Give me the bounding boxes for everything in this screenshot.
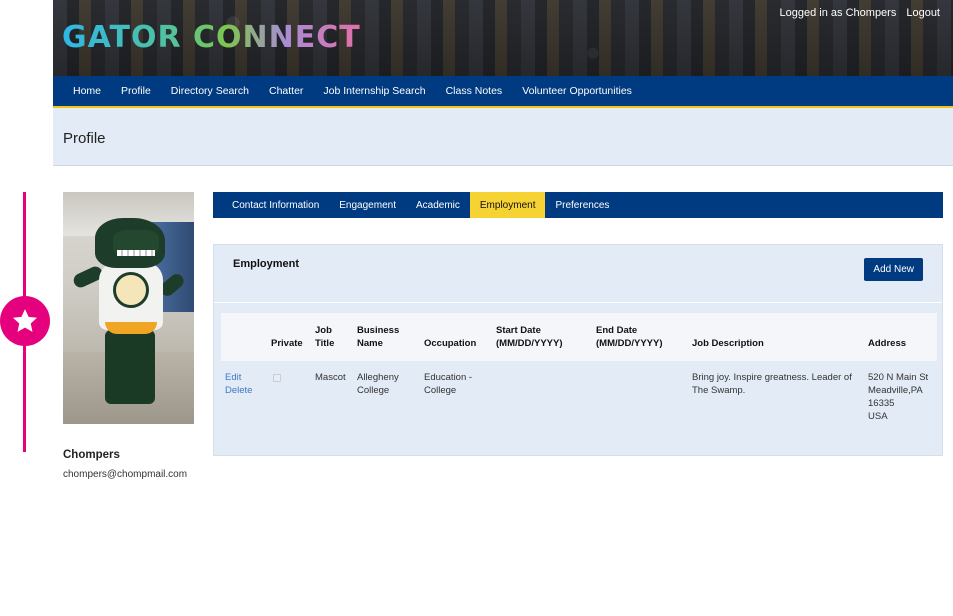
tab-academic[interactable]: Academic [406,192,470,218]
add-new-button[interactable]: Add New [864,258,923,281]
table-header: Private Job Title Business Name Occupati… [221,313,937,361]
logged-in-text: Logged in as Chompers [779,7,897,19]
column-header-job-description: Job Description [692,338,764,349]
tab-contact-information[interactable]: Contact Information [222,192,329,218]
profile-photo [63,192,194,424]
employment-panel: Employment Add New Private Job Title Bus… [213,244,943,456]
nav-item-directory-search[interactable]: Directory Search [161,85,259,97]
panel-divider [214,302,942,303]
cell-address: 520 N Main St Meadville,PA 16335 USA [868,372,929,422]
column-header-end-date: End Date (MM/DD/YYYY) [596,325,663,349]
tab-employment[interactable]: Employment [469,192,546,218]
nav-item-volunteer-opportunities[interactable]: Volunteer Opportunities [512,85,642,97]
star-badge [0,296,50,346]
nav-item-profile[interactable]: Profile [111,85,161,97]
nav-item-class-notes[interactable]: Class Notes [436,85,513,97]
page-header: Profile [53,108,953,166]
delete-link[interactable]: Delete [225,384,252,397]
site-banner: GATOR CONNECT Logged in as Chompers Logo… [53,0,953,76]
nav-item-home[interactable]: Home [63,85,111,97]
page-title: Profile [63,130,106,147]
column-header-job-title: Job Title [315,325,335,349]
column-header-occupation: Occupation [424,338,477,349]
profile-name: Chompers [63,449,120,461]
profile-tabs: Contact Information Engagement Academic … [213,192,943,218]
main-nav: Home Profile Directory Search Chatter Jo… [53,76,953,108]
tab-engagement[interactable]: Engagement [329,192,406,218]
user-links: Logged in as Chompers Logout [780,7,940,19]
logout-link[interactable]: Logout [906,7,940,19]
column-header-business-name: Business Name [357,325,400,349]
private-checkbox[interactable] [273,374,281,382]
nav-item-chatter[interactable]: Chatter [259,85,313,97]
profile-email: chompers@chompmail.com [63,469,188,480]
star-icon [13,309,37,332]
site-logo[interactable]: GATOR CONNECT [62,20,361,55]
cell-job-title: Mascot [315,372,346,383]
panel-title: Employment [233,258,300,270]
cell-business-name: Allegheny College [357,372,399,396]
edit-link[interactable]: Edit [225,371,241,384]
tab-preferences[interactable]: Preferences [545,192,619,218]
nav-item-job-internship-search[interactable]: Job Internship Search [313,85,435,97]
cell-job-description: Bring joy. Inspire greatness. Leader of … [692,372,852,396]
cell-occupation: Education - College [424,372,473,396]
column-header-address: Address [868,338,907,349]
column-header-private: Private [271,338,303,349]
column-header-start-date: Start Date (MM/DD/YYYY) [496,325,563,349]
